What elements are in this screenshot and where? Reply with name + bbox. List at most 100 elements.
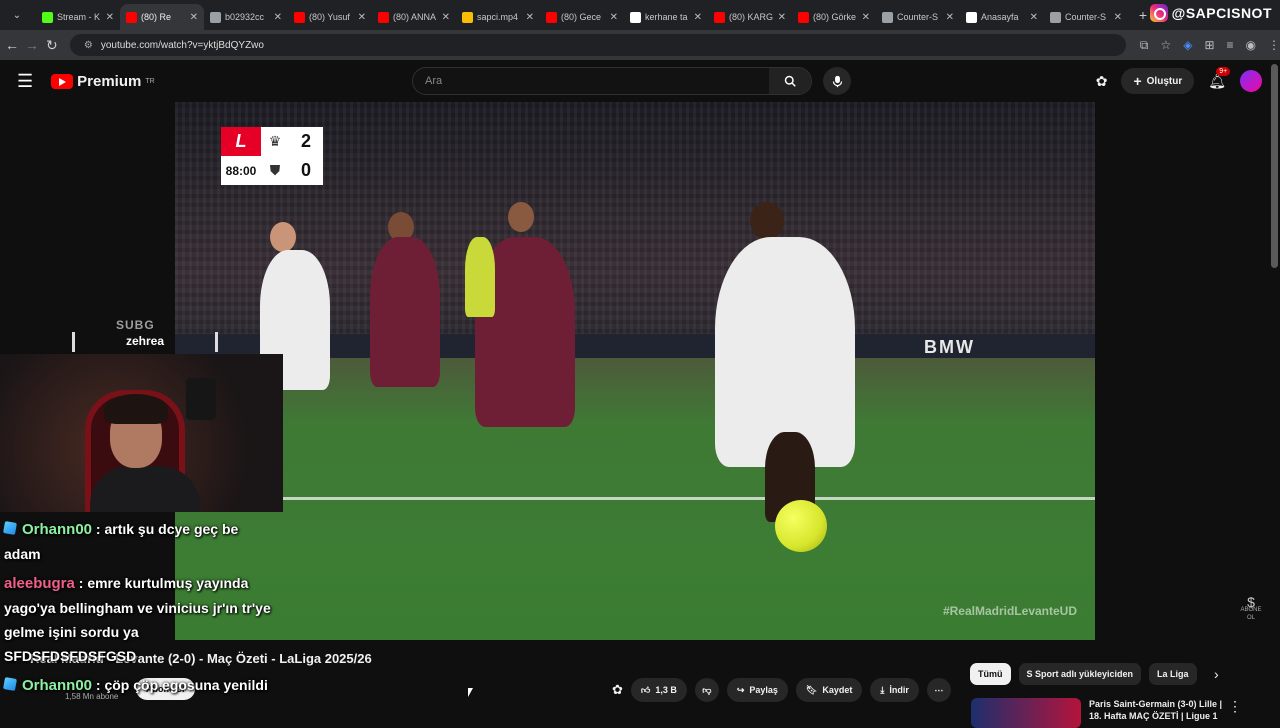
gear-icon[interactable]: ✿ <box>1096 73 1108 90</box>
streamer-webcam <box>0 354 283 512</box>
away-score: 0 <box>300 160 311 180</box>
browser-tab[interactable]: (80) Gece ✕ <box>540 4 624 30</box>
sparkle-icon[interactable]: ✿ <box>612 682 623 698</box>
tab-search-icon[interactable]: ⌄ <box>6 10 28 21</box>
browser-tab[interactable]: kerhane ta ✕ <box>624 4 708 30</box>
youtube-header: ☰ Premium TR Ara ✿ + Oluştur 🔔︎ 9+ <box>0 60 1280 102</box>
browser-tab[interactable]: b02932cc ✕ <box>204 4 288 30</box>
instagram-handle-overlay: @SAPCISNOT <box>1149 4 1272 22</box>
tab-close-icon[interactable]: ✕ <box>946 12 954 23</box>
chevron-right-icon[interactable]: › <box>1214 666 1219 682</box>
thumbs-down-icon: 👎︎ <box>702 684 712 695</box>
tab-label: (80) KARG <box>729 12 774 22</box>
instagram-handle: @SAPCISNOT <box>1171 5 1272 21</box>
like-button[interactable]: 👍︎ 1,3 B <box>630 678 687 702</box>
browser-tab[interactable]: (80) Görke ✕ <box>792 4 876 30</box>
create-label: Oluştur <box>1146 75 1183 87</box>
install-icon[interactable]: ⧉ <box>1140 38 1149 53</box>
sub-alert-user: zehrea <box>72 332 218 352</box>
browser-tab[interactable]: (80) Re ✕ <box>120 4 204 30</box>
site-info-icon[interactable]: ⚙ <box>84 40 93 51</box>
tab-close-icon[interactable]: ✕ <box>1114 12 1122 23</box>
recommendation-item[interactable]: Paris Saint-Germain (3-0) Lille | 18. Ha… <box>971 698 1229 728</box>
tab-label: (80) Görke <box>813 12 857 22</box>
save-button[interactable]: 🔖︎ Kaydet <box>795 678 863 702</box>
laliga-logo-icon: L <box>221 127 261 156</box>
chat-username: Orhann00 <box>22 521 93 538</box>
voice-search-button[interactable] <box>823 67 851 95</box>
chip-laliga[interactable]: La Liga <box>1149 663 1197 685</box>
player-head <box>270 222 296 252</box>
thumbs-up-icon: 👍︎ <box>640 684 651 695</box>
tab-close-icon[interactable]: ✕ <box>106 12 114 23</box>
avatar[interactable] <box>1240 70 1262 92</box>
media-icon[interactable]: ≡ <box>1227 38 1234 53</box>
watermark-icon: $ <box>1247 594 1255 610</box>
tab-close-icon[interactable]: ✕ <box>694 12 702 23</box>
tab-close-icon[interactable]: ✕ <box>1030 12 1038 23</box>
browser-tab[interactable]: Stream - K ✕ <box>36 4 120 30</box>
tab-close-icon[interactable]: ✕ <box>358 12 366 23</box>
browser-tab[interactable]: sapci.mp4 ✕ <box>456 4 540 30</box>
tab-label: sapci.mp4 <box>477 12 519 22</box>
hamburger-menu-icon[interactable]: ☰ <box>17 71 33 92</box>
chip-all[interactable]: Tümü <box>970 663 1011 685</box>
notification-badge: 9+ <box>1216 66 1231 76</box>
dislike-button[interactable]: 👎︎ <box>694 678 719 702</box>
share-button[interactable]: ↪ Paylaş <box>726 678 788 702</box>
youtube-play-icon <box>51 73 74 89</box>
gem-badge-icon <box>3 677 17 691</box>
sub-alert: SUBG zehrea <box>72 318 218 354</box>
browser-tab[interactable]: Counter-S ✕ <box>876 4 960 30</box>
back-icon[interactable]: ← <box>4 37 20 53</box>
recommendation-title[interactable]: Paris Saint-Germain (3-0) Lille | 18. Ha… <box>1089 698 1229 728</box>
youtube-logo[interactable]: Premium TR <box>51 73 155 90</box>
search-box[interactable]: Ara <box>412 67 812 95</box>
search-input[interactable]: Ara <box>413 75 769 87</box>
download-button[interactable]: ⤓ İndir <box>870 678 919 702</box>
chip-uploader[interactable]: S Sport adlı yükleyiciden <box>1018 663 1142 685</box>
browser-tab[interactable]: Counter-S ✕ <box>1044 4 1128 30</box>
video-player[interactable]: BMW L ♛ 2 88:00 ⛊ 0 #RealMadridLevanteUD <box>175 102 1095 640</box>
plus-icon: + <box>1133 73 1142 89</box>
tab-close-icon[interactable]: ✕ <box>274 12 282 23</box>
subscribe-watermark[interactable]: $ ABONE OL <box>1238 594 1264 622</box>
chat-username: Orhann00 <box>22 677 93 694</box>
tab-close-icon[interactable]: ✕ <box>778 12 786 23</box>
tab-close-icon[interactable]: ✕ <box>190 12 198 23</box>
tab-list: Stream - K ✕ (80) Re ✕ b02932cc ✕ (80) Yusuf ✕(… <box>36 0 1128 30</box>
recommendation-more-icon[interactable]: ⋮ <box>1228 698 1242 715</box>
more-icon: ⋯ <box>934 684 944 695</box>
tab-close-icon[interactable]: ✕ <box>526 12 534 23</box>
search-button[interactable] <box>769 68 811 94</box>
tab-close-icon[interactable]: ✕ <box>442 12 450 23</box>
puzzle-icon[interactable]: ⊞ <box>1204 38 1214 53</box>
create-button[interactable]: + Oluştur <box>1121 68 1195 94</box>
tab-close-icon[interactable]: ✕ <box>862 12 870 23</box>
tab-favicon-icon <box>42 11 53 23</box>
forward-icon[interactable]: → <box>24 37 40 53</box>
search-icon <box>784 75 796 87</box>
url-field[interactable]: ⚙ youtube.com/watch?v=yktjBdQYZwo <box>69 34 1126 56</box>
logo-country: TR <box>145 77 155 85</box>
bookmark-star-icon[interactable]: ☆ <box>1160 38 1171 53</box>
tab-close-icon[interactable]: ✕ <box>610 12 618 23</box>
browser-tab[interactable]: (80) Yusuf ✕ <box>288 4 372 30</box>
download-icon: ⤓ <box>880 684 885 695</box>
browser-tab[interactable]: (80) ANNA ✕ <box>372 4 456 30</box>
more-actions-button[interactable]: ⋯ <box>926 678 951 702</box>
browser-tab[interactable]: (80) KARG ✕ <box>708 4 792 30</box>
browser-menu-icon[interactable]: ⋮ <box>1268 38 1280 53</box>
save-label: Kaydet <box>822 685 853 695</box>
recommendation-thumbnail[interactable] <box>971 698 1081 728</box>
notifications-button[interactable]: 🔔︎ 9+ <box>1208 66 1231 90</box>
page-scrollbar[interactable] <box>1271 64 1278 268</box>
tab-label: kerhane ta <box>645 12 688 22</box>
profile-icon[interactable]: ◉ <box>1246 38 1256 53</box>
tab-label: Counter-S <box>1065 12 1107 22</box>
pitch-line <box>175 497 1095 500</box>
browser-tab[interactable]: Anasayfa ✕ <box>960 4 1044 30</box>
reload-icon[interactable]: ↻ <box>44 37 60 54</box>
bookmark-icon: 🔖︎ <box>805 684 818 695</box>
extension-icon[interactable]: ◈ <box>1183 38 1192 53</box>
